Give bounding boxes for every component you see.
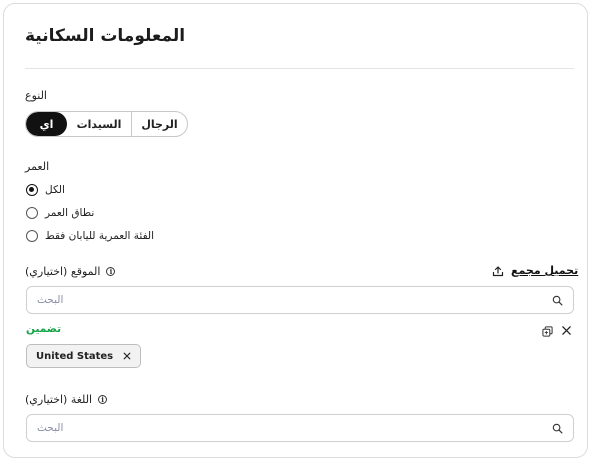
- search-placeholder: البحث: [37, 294, 64, 306]
- close-icon[interactable]: [561, 325, 572, 336]
- include-label: تضمين: [26, 323, 62, 335]
- location-label: الموقع (اختياري): [25, 265, 101, 278]
- chip-label: United States: [36, 350, 114, 362]
- demographics-card: المعلومات السكانية النوع اي السيدات الرج…: [3, 3, 588, 458]
- location-label-row: الموقع (اختياري) i: [25, 265, 116, 278]
- gender-segmented-control: اي السيدات الرجال: [25, 111, 188, 137]
- gender-option-women[interactable]: السيدات: [67, 112, 132, 136]
- language-label-row: اللغة (اختياري) i: [25, 393, 108, 406]
- language-search-input[interactable]: البحث: [26, 414, 574, 442]
- upload-icon: [492, 265, 504, 276]
- age-option-label: الفئة العمرية لليابان فقط: [45, 230, 155, 242]
- info-icon[interactable]: i: [106, 267, 116, 276]
- radio-button[interactable]: [26, 230, 38, 242]
- age-option-all[interactable]: الكل: [26, 182, 65, 198]
- location-chip: United States: [26, 344, 142, 368]
- search-icon: [552, 423, 563, 433]
- location-search-input[interactable]: البحث: [26, 286, 574, 314]
- search-icon: [552, 295, 563, 305]
- age-option-label: نطاق العمر: [45, 207, 95, 219]
- age-label: العمر: [25, 160, 50, 173]
- divider: [25, 68, 574, 69]
- gender-option-any[interactable]: اي: [26, 112, 67, 136]
- gender-label: النوع: [25, 89, 47, 102]
- age-option-japan[interactable]: الفئة العمرية لليابان فقط: [26, 228, 154, 244]
- age-option-label: الكل: [45, 184, 65, 196]
- section-title: المعلومات السكانية: [25, 26, 186, 46]
- search-placeholder: البحث: [37, 422, 64, 434]
- remove-chip-icon[interactable]: [123, 352, 131, 360]
- radio-button-checked[interactable]: [26, 184, 38, 196]
- bulk-upload-link[interactable]: تحميل مجمع: [492, 264, 578, 277]
- gender-option-men[interactable]: الرجال: [132, 112, 187, 136]
- language-label: اللغة (اختياري): [25, 393, 93, 406]
- info-icon[interactable]: i: [98, 395, 108, 404]
- bulk-upload-label: تحميل مجمع: [511, 264, 579, 277]
- radio-button[interactable]: [26, 207, 38, 219]
- age-option-range[interactable]: نطاق العمر: [26, 205, 94, 221]
- copy-icon[interactable]: [542, 326, 553, 337]
